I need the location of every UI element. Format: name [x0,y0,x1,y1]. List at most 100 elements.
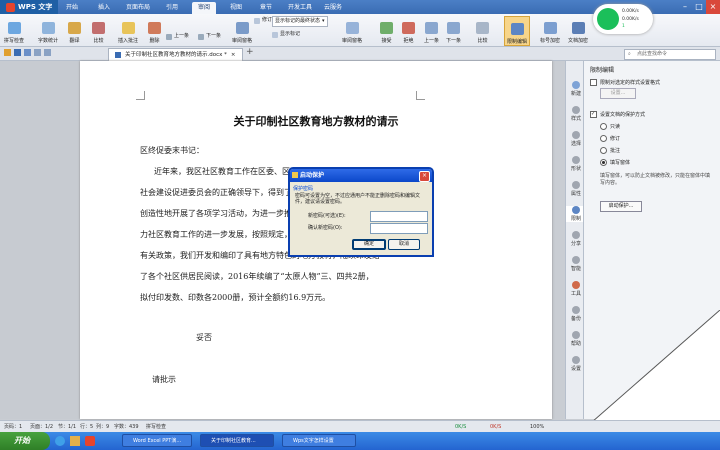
app-logo[interactable]: WPS 文字 [0,0,59,14]
maximize-button[interactable]: □ [692,0,706,14]
compare-docs-button[interactable]: 比较 [476,16,489,44]
task-word-excel[interactable]: Word Excel PPT演... [122,434,192,447]
close-tab-icon[interactable]: × [231,49,236,61]
shield-icon [571,22,585,34]
task-current-doc[interactable]: 关于印制社区教育... [200,434,274,447]
new-password-label: 新密码(可选)(E): [308,213,346,219]
redo-icon[interactable] [44,49,51,56]
menu-tab-review[interactable]: 审阅 [192,2,217,14]
menu-tab-cloud[interactable]: 云服务 [318,2,348,14]
search-icon: ⌕ [628,51,631,57]
wps-logo-icon [6,2,15,12]
checkbox[interactable] [590,79,597,86]
review-pane-button[interactable]: 审阅窗格 [232,16,252,44]
lock-icon [572,206,580,214]
panel-title: 限制编辑 [590,67,615,74]
checkbox-checked[interactable]: ✓ [590,111,597,118]
close-window-button[interactable]: × [706,0,720,14]
save-icon[interactable] [14,49,21,56]
menu-tab-insert[interactable]: 插入 [92,2,116,14]
wifi-widget[interactable]: 0.00K/s 0.00K/s 1 [593,4,653,34]
translate-button[interactable]: 翻译 [68,16,81,44]
new-password-field[interactable] [370,211,428,222]
display-select[interactable]: 显示标记的最终状态 ▾ [272,16,328,27]
document-tab[interactable]: 关于印制社区教育地方教材的请示.docx * × [108,48,243,61]
start-button[interactable]: 开始 [0,432,50,450]
cancel-button[interactable]: 取消 [388,239,420,250]
print-icon[interactable] [24,49,31,56]
window-controls: – □ × [678,0,720,14]
wordcount-button[interactable]: 字数统计 [38,16,58,44]
pane-icon [235,22,249,34]
start-protection-button[interactable]: 启动保护... [600,201,642,212]
wps-icon[interactable] [85,436,95,446]
command-search[interactable]: ⌕ 点此查找命令 [624,49,716,60]
doc-line: 创造性地开展了各项学习活动，为进一步推 [140,209,292,218]
menu-tab-home[interactable]: 开始 [60,2,84,14]
next-change-button[interactable]: 下一条 [446,16,461,44]
dialog-close-button[interactable]: × [419,171,430,182]
doc-encrypt-button[interactable]: 文档加密 [568,16,588,44]
dialog-icon [292,172,298,178]
comment-icon [121,22,135,34]
reject-button[interactable]: 拒绝 [402,16,415,44]
dialog-section: 保护密码 [293,186,314,192]
menu-tab-view[interactable]: 视图 [224,2,248,14]
compare-button[interactable]: 比较 [92,16,105,44]
review-pane-button-2[interactable]: 审阅窗格 [342,16,362,44]
doc-line: 拟付印发数、印数各2000册，预计全额约16.9万元。 [140,293,331,302]
radio-readonly[interactable]: 只读 [600,123,620,130]
device-count: 1 [622,24,625,29]
restrict-editing-button[interactable]: 限制编辑 [504,16,530,46]
menu-tab-chapter[interactable]: 章节 [254,2,278,14]
menu-tab-references[interactable]: 引用 [160,2,184,14]
insert-comment-button[interactable]: 插入批注 [118,16,138,44]
display-markup-button[interactable]: 显示标记 [272,30,300,39]
folder-icon[interactable] [70,436,80,446]
translate-icon [68,22,81,34]
menu-tab-developer[interactable]: 开发工具 [282,2,318,14]
radio-revision[interactable]: 修订 [600,135,620,142]
quick-access [4,49,51,56]
task-wps-settings[interactable]: Wps文字怎样设置 [282,434,356,447]
confirm-password-field[interactable] [370,223,428,234]
prev-icon [425,22,438,34]
delete-comment-button[interactable]: 删除 [148,16,161,44]
menu-tab-layout[interactable]: 页面布局 [120,2,156,14]
doc-icon [115,52,121,58]
undo-icon[interactable] [34,49,41,56]
abc-icon [7,22,21,34]
radio-comment[interactable]: 批注 [600,147,620,154]
doc-line: 社会建设促进委员会的正确领导下，得到了 [140,188,292,197]
radio-form[interactable]: 填写窗体 [600,159,630,166]
document-title: 关于印制社区教育地方教材的请示 [233,115,399,128]
ok-button[interactable]: 确定 [352,239,386,250]
restrict-style-option[interactable]: 限制对选定的样式设置格式 [590,79,660,86]
doc-line: 力社区教育工作的进一步发展，按照规定， [140,230,292,239]
compare-icon [476,22,489,34]
pane-icon [345,22,359,34]
select-icon [572,131,580,139]
document-tab-bar: 关于印制社区教育地方教材的请示.docx * × + ⌕ 点此查找命令 [0,47,720,61]
prev-change-button[interactable]: 上一条 [424,16,439,44]
settings-button[interactable]: 设置... [600,88,636,99]
protect-method-option[interactable]: ✓ 设置文档的保护方式 [590,111,645,118]
mark-encrypt-button[interactable]: 标号加密 [540,16,560,44]
new-tab-button[interactable]: + [246,47,254,57]
chevron-down-icon: ▾ [322,18,325,24]
spellcheck-button[interactable]: 拼写检查 [4,16,24,44]
open-icon[interactable] [4,49,11,56]
doc-line: 了各个社区供居民阅读，2016年续编了“太原人物”三、四共2册， [140,272,374,281]
prev-comment-button[interactable]: 上一条 [166,32,189,41]
confirm-password-label: 确认新密码(O): [308,225,343,231]
track-changes-button[interactable]: 修订 [254,16,272,25]
browser-icon[interactable] [55,436,65,446]
speed-down: 0.00K/s [622,17,639,22]
compare-icon [92,22,105,34]
accept-icon [380,22,393,34]
dialog-titlebar[interactable]: 启动保护 [290,169,432,182]
next-comment-button[interactable]: 下一条 [198,32,221,41]
minimize-button[interactable]: – [678,0,692,14]
accept-button[interactable]: 接受 [380,16,393,44]
delete-icon [148,22,161,34]
